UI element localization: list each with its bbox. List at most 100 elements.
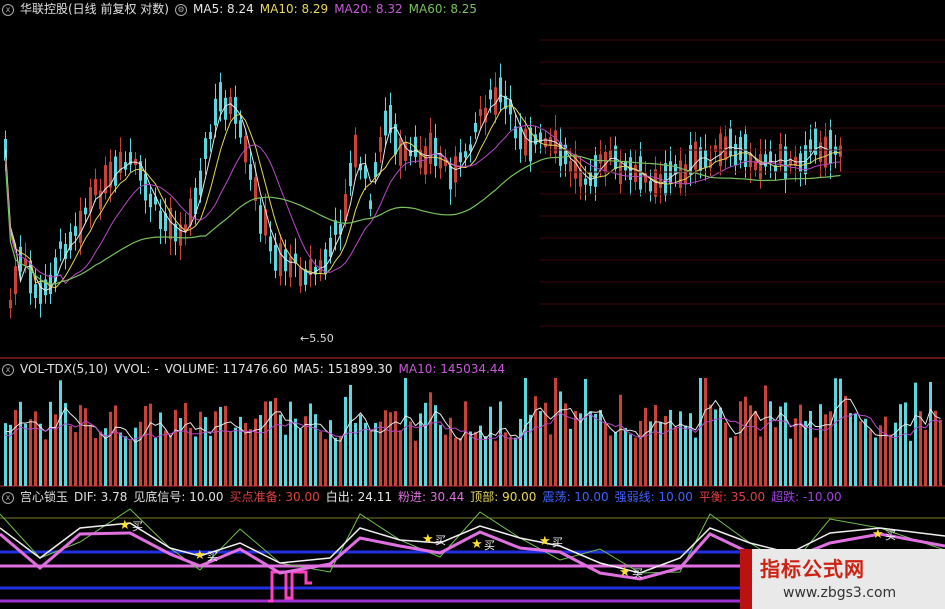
volume-bar [699,378,702,486]
volume-bar [804,421,807,486]
volume-bar [919,411,922,486]
volume-bar [189,428,192,486]
candle-body [569,161,572,173]
volume-bar [19,401,22,486]
volume-bar [774,427,777,486]
volume-bar [574,411,577,486]
volume-bar [504,432,507,486]
candle-body [259,205,262,234]
candle-body [664,163,667,196]
qiangshi-readout: 强弱线: 10.00 [614,490,693,504]
settings-icon[interactable]: ⚙ [175,3,187,16]
volume-bar [224,405,227,486]
candlestick-chart[interactable] [0,0,945,360]
volume-bar [659,422,662,486]
candle-body [479,109,482,116]
volume-bar [409,421,412,486]
candle-body [94,179,97,196]
volume-bar [439,424,442,486]
candle-body [614,145,617,170]
candle-body [619,162,622,184]
volume-bar [124,436,127,486]
indicator-header: x 宫心锁玉 DIF: 3.78 见底信号: 10.00 买点准备: 30.00 白出: … [0,488,848,506]
volume-bar [89,424,92,486]
volume-bar [499,401,502,486]
buy-star-icon: ★ [619,565,631,580]
volume-bar [209,435,212,486]
watermark-title: 指标公式网 [760,557,865,581]
volume-bar [459,437,462,486]
candle-body [464,151,467,158]
volume-bar [684,425,687,486]
candle-body [9,300,12,309]
volume-bar [899,404,902,486]
volume-bar [444,434,447,486]
volume-panel[interactable]: x VOL-TDX(5,10) VVOL: - VOLUME: 117476.60 MA… [0,360,945,488]
candle-body [254,177,257,201]
volume-bar [764,385,767,486]
candle-body [354,134,357,168]
close-icon[interactable]: x [2,491,14,504]
volume-bar [79,405,82,486]
volume-bar [344,396,347,486]
volume-bar [309,403,312,486]
candle-body [829,130,832,164]
candle-body [649,180,652,192]
volume-bar [94,438,97,486]
price-chart-panel[interactable]: x 华联控股(日线 前复权 对数) ⚙ MA5: 8.24 MA10: 8.29 MA20… [0,0,945,360]
volume-bar [614,431,617,486]
candle-body [189,198,192,226]
buy-star-icon: ★ [194,548,206,563]
volume-bar [24,423,27,486]
candle-body [239,120,242,138]
baichu-readout: 白出: 24.11 [325,490,392,504]
candle-body [834,146,837,155]
site-watermark: 指标公式网 www.zbgs3.com [740,549,945,609]
volume-bar [414,440,417,486]
volume-bar [174,409,177,486]
volume-bar [269,401,272,486]
candle-body [434,137,437,166]
volume-header: x VOL-TDX(5,10) VVOL: - VOLUME: 117476.60 MA… [0,360,511,378]
volume-bar [479,425,482,486]
candle-body [299,267,302,287]
volume-bar [714,409,717,486]
buy-label: 买 [552,536,563,549]
buy-label: 买 [207,550,218,563]
candle-body [399,137,402,166]
buy-label: 买 [484,539,495,552]
volume-bar [164,430,167,486]
volume-bar [424,402,427,486]
candle-body [14,266,17,295]
volume-bar [589,411,592,486]
candle-body [684,164,687,185]
volume-bar [39,423,42,486]
volume-bar [704,378,707,486]
candle-body [34,284,37,299]
volume-bar [219,406,222,486]
candle-body [279,243,282,277]
buy-star-icon: ★ [539,534,551,549]
volume-bar [679,411,682,486]
volume-bar [909,440,912,486]
volume-bar [529,414,532,486]
buy-star-icon: ★ [872,527,884,542]
close-icon[interactable]: x [2,3,14,16]
volume-bar [214,411,217,486]
candle-body [659,174,662,188]
candle-body [79,210,82,243]
volume-bar [144,405,147,486]
close-icon[interactable]: x [2,363,14,376]
volume-bar [419,413,422,486]
volume-bar [44,439,47,486]
volume-bar [204,417,207,486]
volume-bar [349,384,352,486]
candle-body [634,164,637,183]
volume-bar [429,392,432,486]
candle-body [199,170,202,196]
volume-bar [929,381,932,486]
volume-bars[interactable] [0,360,945,488]
candle-body [469,144,472,151]
watermark-url: www.zbgs3.com [783,585,897,601]
volume-bar [69,425,72,486]
